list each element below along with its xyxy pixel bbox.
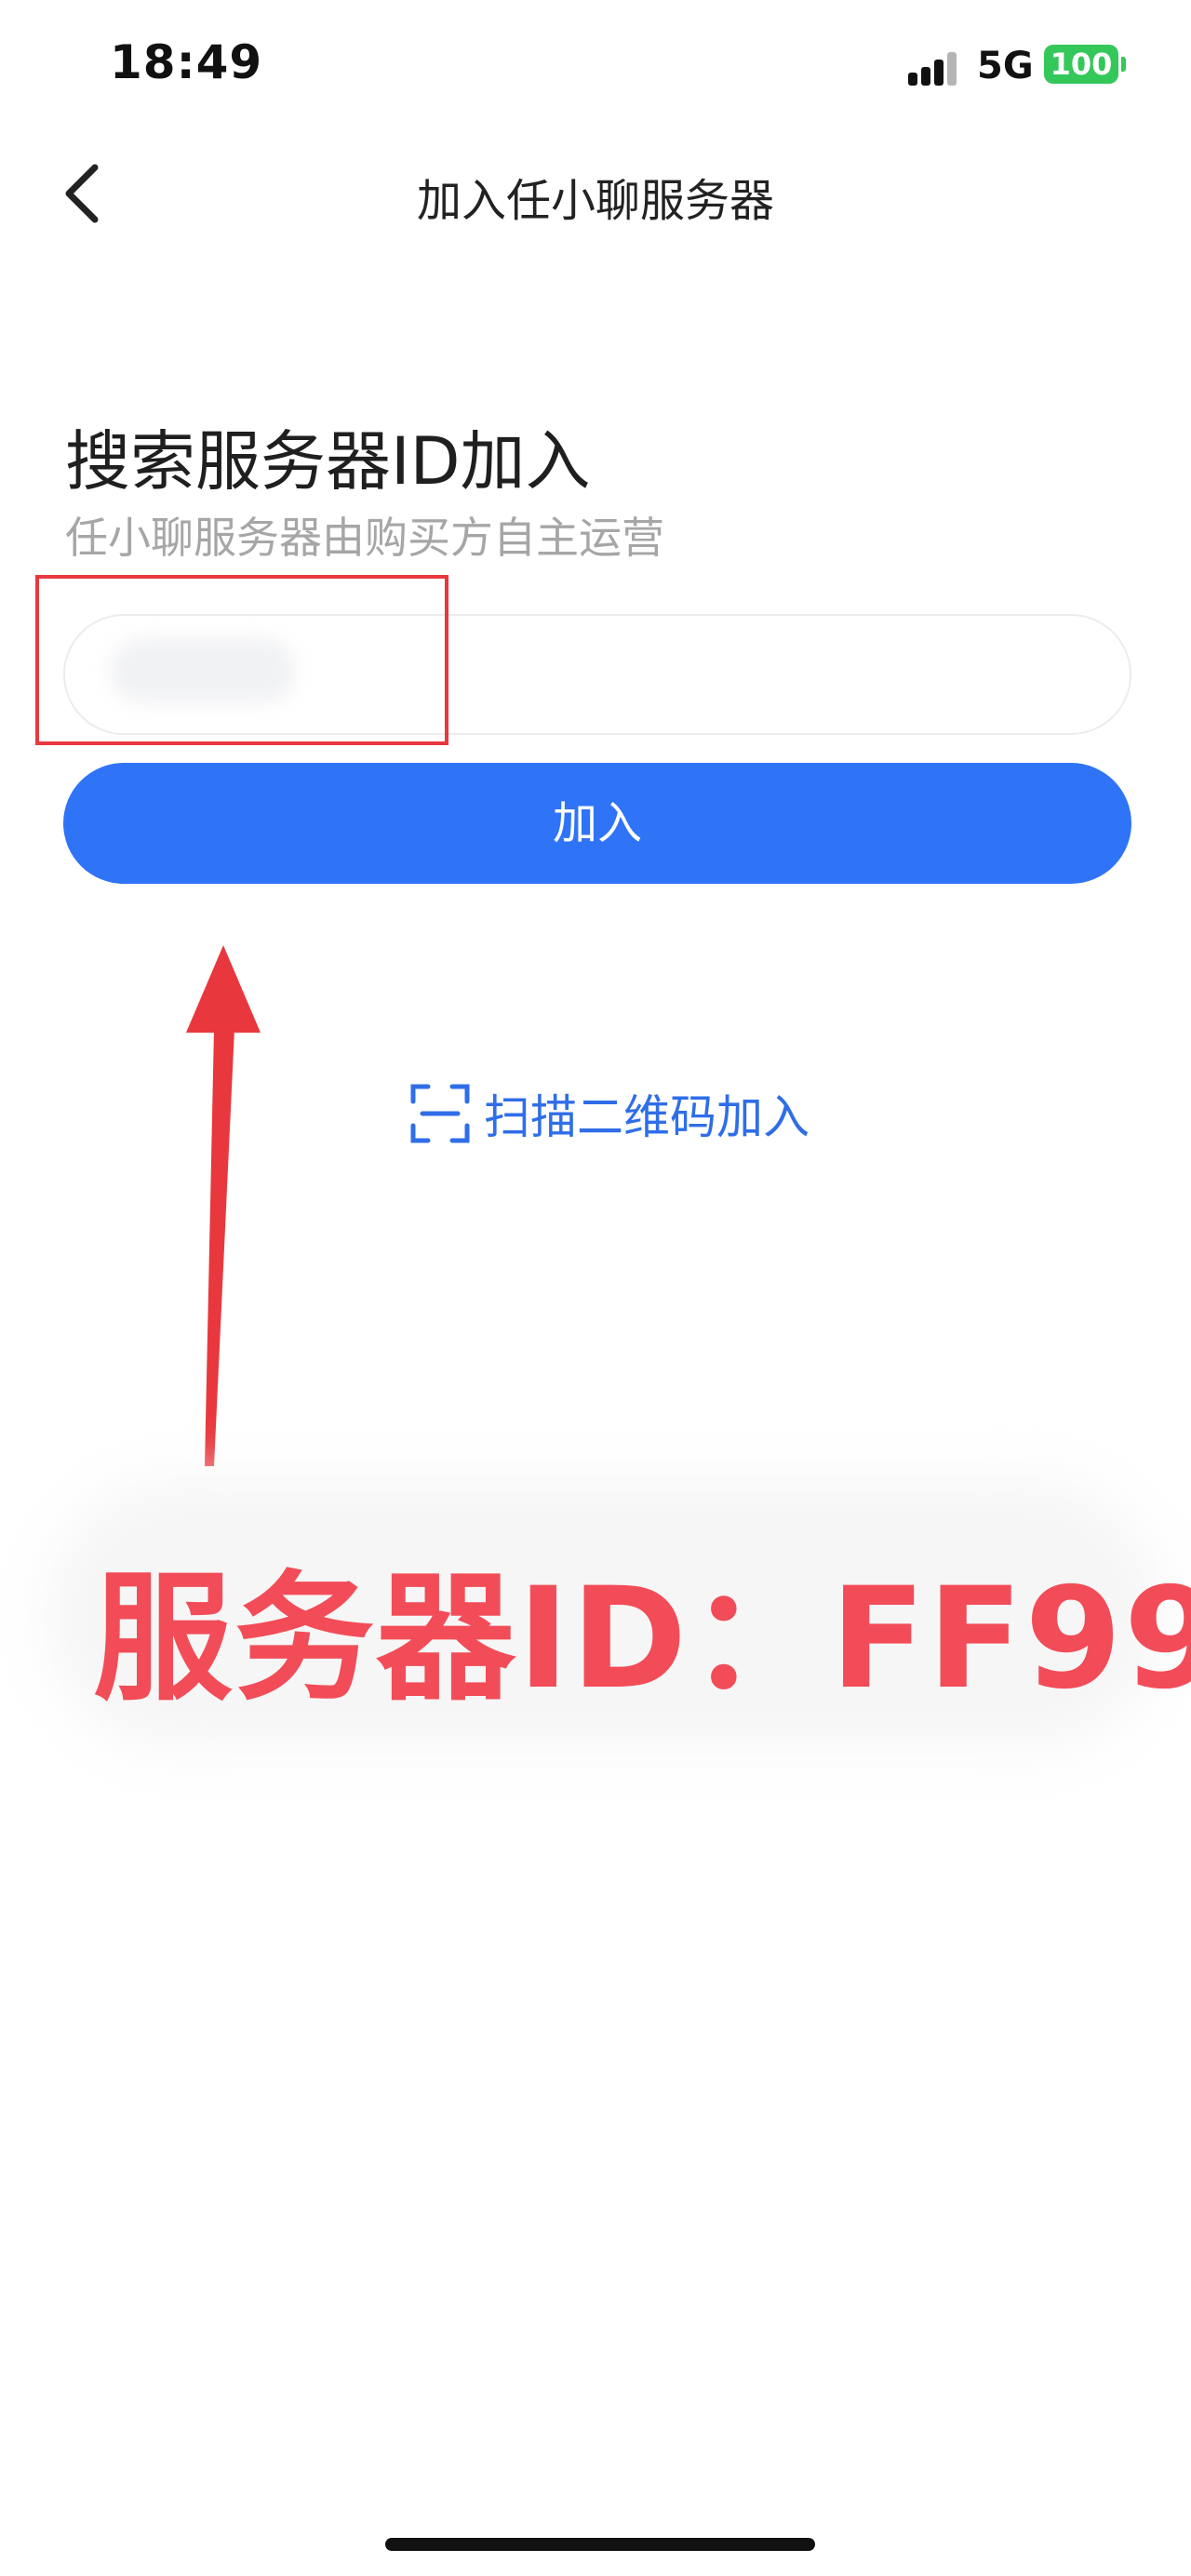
annotation-arrow — [186, 945, 261, 1466]
section-subheading: 任小聊服务器由购买方自主运营 — [65, 513, 664, 563]
join-button[interactable]: 加入 — [63, 763, 1131, 884]
screen: 18:49 5G 100 加入任小聊服务器 搜索服务器ID加入 任小聊服务器由购… — [0, 0, 1191, 2576]
scan-qr-label: 扫描二维码加入 — [484, 1090, 810, 1144]
server-id-annotation: 服务器ID：FF999 — [93, 1558, 1191, 1720]
network-label: 5G — [977, 45, 1034, 87]
battery-cap — [1121, 57, 1126, 72]
battery-icon: 100 — [1044, 45, 1118, 84]
section-heading: 搜索服务器ID加入 — [65, 423, 591, 500]
home-indicator — [385, 2538, 815, 2551]
highlight-box — [35, 575, 448, 745]
page-title: 加入任小聊服务器 — [416, 175, 774, 227]
scan-qr-link[interactable]: 扫描二维码加入 — [409, 1081, 810, 1146]
scan-qr-icon — [410, 1084, 470, 1143]
signal-icon — [908, 52, 966, 86]
status-time: 18:49 — [110, 35, 263, 89]
